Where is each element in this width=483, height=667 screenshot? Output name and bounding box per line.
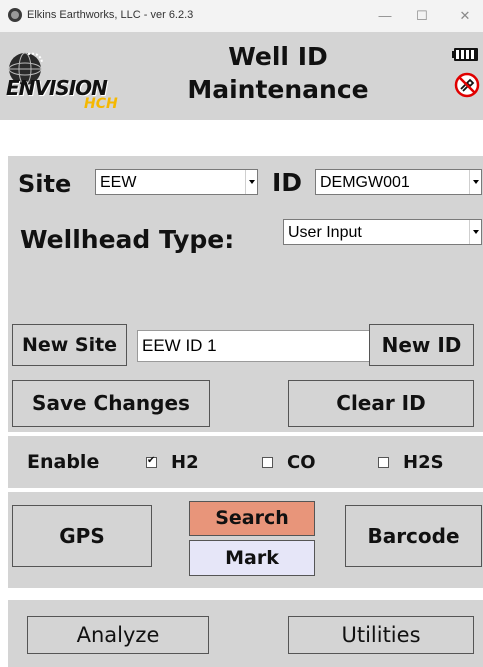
logo-subtext: HCH bbox=[84, 96, 118, 112]
clear-id-button[interactable]: Clear ID bbox=[288, 380, 474, 427]
spacer bbox=[0, 120, 483, 156]
co-label: CO bbox=[287, 452, 316, 473]
site-select[interactable]: EEW bbox=[95, 169, 258, 195]
wellhead-type-value: User Input bbox=[288, 224, 362, 241]
gps-button[interactable]: GPS bbox=[12, 505, 152, 567]
h2s-checkbox[interactable] bbox=[378, 457, 389, 468]
app-header: ENVISION HCH Well ID Maintenance bbox=[0, 32, 483, 120]
edit-actions-panel: Save Changes Clear ID bbox=[8, 372, 483, 432]
new-entry-input[interactable]: EEW ID 1 bbox=[137, 330, 370, 362]
close-button[interactable]: ✕ bbox=[447, 4, 483, 28]
utilities-button[interactable]: Utilities bbox=[288, 616, 474, 654]
new-site-button[interactable]: New Site bbox=[12, 324, 127, 366]
enable-gas-panel: Enable H2 CO H2S bbox=[8, 436, 483, 488]
chevron-down-icon[interactable] bbox=[469, 220, 481, 244]
new-entry-panel: New Site EEW ID 1 New ID bbox=[8, 318, 483, 372]
well-selection-panel: Site EEW ID DEMGW001 Wellhead Type: User… bbox=[8, 156, 483, 318]
save-changes-button[interactable]: Save Changes bbox=[12, 380, 210, 427]
no-signal-icon bbox=[454, 72, 480, 98]
minimize-button[interactable]: — bbox=[367, 4, 403, 28]
envision-logo: ENVISION HCH bbox=[4, 50, 164, 118]
h2-label: H2 bbox=[171, 452, 199, 473]
maximize-button[interactable]: ☐ bbox=[404, 4, 440, 28]
id-select-value: DEMGW001 bbox=[320, 174, 410, 191]
co-checkbox[interactable] bbox=[262, 457, 273, 468]
analyze-button[interactable]: Analyze bbox=[27, 616, 209, 654]
wellhead-type-label: Wellhead Type: bbox=[20, 225, 235, 254]
h2s-label: H2S bbox=[403, 452, 444, 473]
h2-checkbox[interactable] bbox=[146, 455, 157, 468]
search-button[interactable]: Search bbox=[189, 501, 315, 536]
battery-icon bbox=[452, 48, 478, 61]
wellhead-type-select[interactable]: User Input bbox=[283, 219, 482, 245]
window-title: Elkins Earthworks, LLC - ver 6.2.3 bbox=[27, 9, 194, 21]
barcode-button[interactable]: Barcode bbox=[345, 505, 482, 567]
chevron-down-icon[interactable] bbox=[245, 170, 257, 194]
page-title-line1: Well ID bbox=[228, 42, 328, 71]
page-title-line2: Maintenance bbox=[187, 75, 369, 104]
footer-panel: Analyze Utilities bbox=[8, 600, 483, 667]
window-titlebar[interactable]: Elkins Earthworks, LLC - ver 6.2.3 — ☐ ✕ bbox=[0, 0, 483, 32]
page-title: Well ID Maintenance bbox=[168, 40, 388, 106]
enable-label: Enable bbox=[27, 451, 100, 473]
id-select[interactable]: DEMGW001 bbox=[315, 169, 482, 195]
new-id-button[interactable]: New ID bbox=[369, 324, 474, 366]
site-select-value: EEW bbox=[100, 174, 137, 191]
id-label: ID bbox=[272, 168, 303, 197]
app-icon bbox=[8, 8, 22, 22]
chevron-down-icon[interactable] bbox=[469, 170, 481, 194]
mark-button[interactable]: Mark bbox=[189, 540, 315, 576]
site-label: Site bbox=[18, 170, 72, 198]
